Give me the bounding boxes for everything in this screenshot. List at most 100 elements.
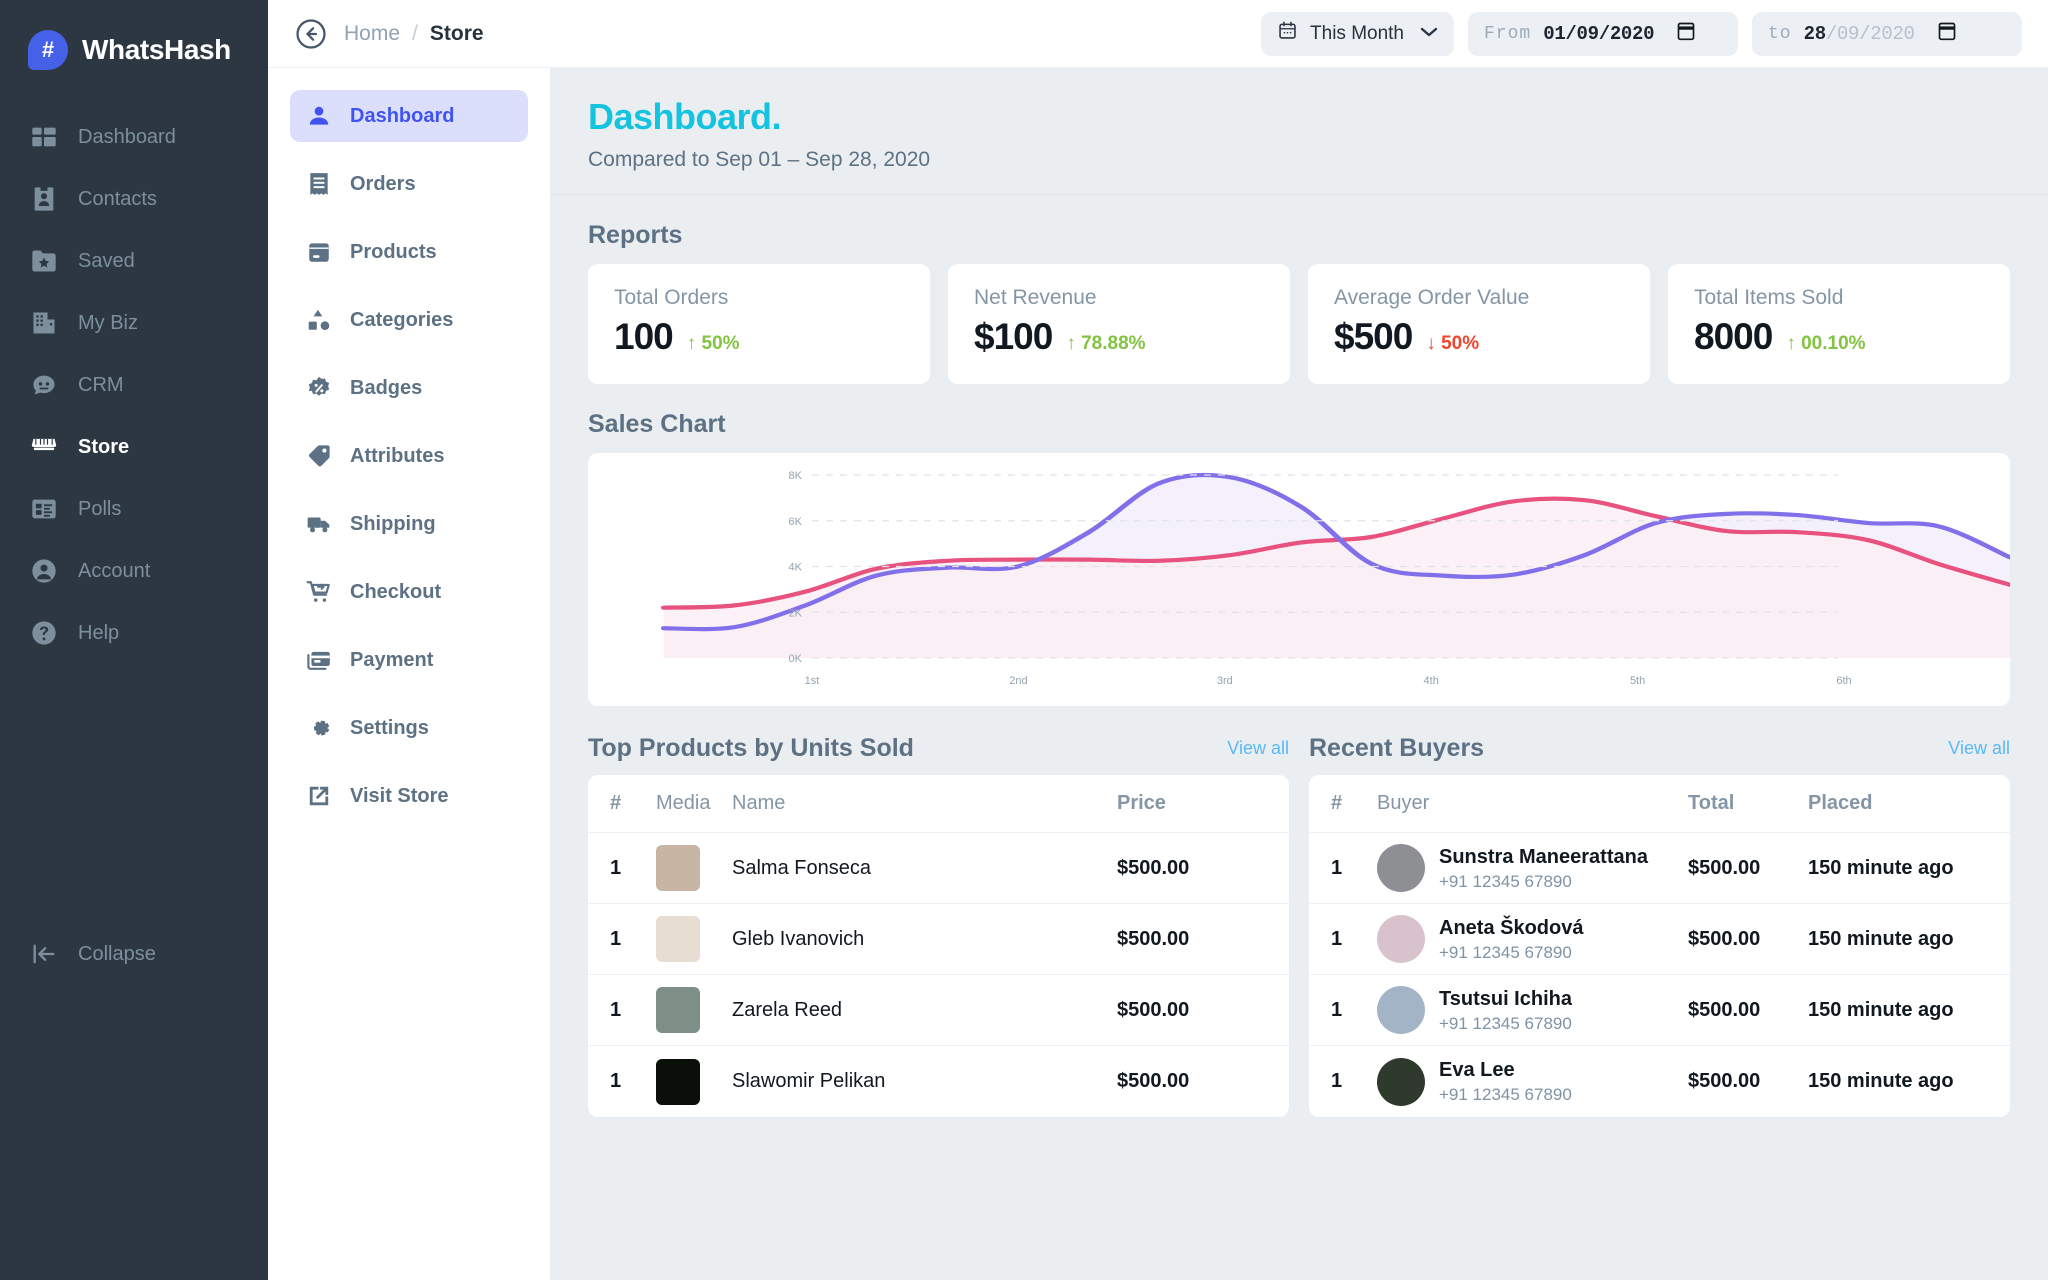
product-thumbnail xyxy=(656,1058,732,1105)
buyers-view-all-link[interactable]: View all xyxy=(1948,738,2010,759)
svg-text:4K: 4K xyxy=(789,562,803,574)
person-icon xyxy=(306,103,332,129)
date-to-picker-icon[interactable] xyxy=(1937,20,1957,48)
subnav-item-label: Categories xyxy=(350,308,454,331)
gear-icon xyxy=(306,715,332,741)
buyer-placed: 150 minute ago xyxy=(1808,1070,1954,1092)
buyer-phone: +91 12345 67890 xyxy=(1439,871,1572,891)
dashboard-icon xyxy=(30,123,58,151)
subnav-item-label: Products xyxy=(350,240,437,263)
external-link-icon xyxy=(306,783,332,809)
sales-chart-heading: Sales Chart xyxy=(588,410,726,438)
top-products-table: # Media Name Price 1 Salma Fonseca $500.… xyxy=(588,775,1289,1117)
buyer-name: Tsutsui Ichiha xyxy=(1439,987,1572,1010)
report-card: Total Orders 100 ↑ 50% xyxy=(588,264,930,384)
table-row[interactable]: 1 Slawomir Pelikan $500.00 xyxy=(588,1046,1289,1117)
table-row[interactable]: 1 Zarela Reed $500.00 xyxy=(588,975,1289,1046)
report-card-value: $500 xyxy=(1334,316,1413,357)
report-card-label: Total Orders xyxy=(614,286,729,309)
column-header: # xyxy=(1331,792,1343,814)
crm-face-icon xyxy=(30,371,58,399)
buyer-name: Aneta Škodová xyxy=(1439,916,1584,939)
collapse-button[interactable]: Collapse xyxy=(0,940,156,968)
date-to-field[interactable]: to 28/09/2020 xyxy=(1752,11,2022,56)
table-row[interactable]: 1 Gleb Ivanovich $500.00 xyxy=(588,904,1289,975)
date-from-field[interactable]: From 01/09/2020 xyxy=(1468,11,1738,56)
svg-text:1st: 1st xyxy=(805,675,820,687)
table-row[interactable]: 1 Tsutsui Ichiha +91 12345 67890 $500.00… xyxy=(1309,975,2010,1046)
sidebar-item-label: CRM xyxy=(78,373,124,396)
subnav-item-label: Attributes xyxy=(350,444,445,467)
breadcrumb-current: Store xyxy=(429,21,484,45)
table-row[interactable]: 1 Sunstra Maneerattana +91 12345 67890 $… xyxy=(1309,833,2010,904)
subnav-item-settings[interactable]: Settings xyxy=(290,702,528,754)
subnav-item-payment[interactable]: Payment xyxy=(290,634,528,686)
date-from-picker-icon[interactable] xyxy=(1676,20,1696,48)
card-icon xyxy=(306,647,332,673)
svg-text:6th: 6th xyxy=(1836,675,1851,687)
sidebar-item-dashboard[interactable]: Dashboard xyxy=(0,106,268,168)
sales-chart-axes: 0K 2K 4K 6K 8K 1st 2nd 3rd 4th 5th 6th xyxy=(789,470,1852,687)
subnav-item-label: Visit Store xyxy=(350,784,449,807)
row-index: 1 xyxy=(1331,1070,1343,1092)
svg-text:2K: 2K xyxy=(789,607,803,619)
sidebar-item-account[interactable]: Account xyxy=(0,540,268,602)
sidebar-item-polls[interactable]: Polls xyxy=(0,478,268,540)
buyer-name: Sunstra Maneerattana xyxy=(1439,845,1648,868)
sidebar-item-contacts[interactable]: Contacts xyxy=(0,168,268,230)
help-question-icon xyxy=(30,619,58,647)
product-thumbnail xyxy=(656,916,732,962)
date-from-label: From xyxy=(1484,23,1532,44)
report-card-label: Average Order Value xyxy=(1334,286,1530,309)
top-products-title: Top Products by Units Sold xyxy=(588,734,914,762)
subnav-item-visit-store[interactable]: Visit Store xyxy=(290,770,528,822)
avatar xyxy=(1377,915,1425,963)
subnav-item-badges[interactable]: Badges xyxy=(290,362,528,414)
account-person-icon xyxy=(30,557,58,585)
sidebar-item-saved[interactable]: Saved xyxy=(0,230,268,292)
table-row[interactable]: 1 Aneta Škodová +91 12345 67890 $500.00 … xyxy=(1309,904,2010,975)
buyer-total: $500.00 xyxy=(1688,927,1761,950)
row-index: 1 xyxy=(610,856,622,879)
subnav-item-attributes[interactable]: Attributes xyxy=(290,430,528,482)
primary-sidebar: # WhatsHash Dashboard Contacts Saved My … xyxy=(0,0,268,1280)
sales-chart-card: 0K 2K 4K 6K 8K 1st 2nd 3rd 4th 5th 6th xyxy=(588,453,2010,706)
table-row[interactable]: 1 Eva Lee +91 12345 67890 $500.00 150 mi… xyxy=(1309,1046,2010,1117)
column-header: Buyer xyxy=(1377,792,1430,814)
main-body: Reports Total Orders 100 ↑ 50% Net Reven… xyxy=(550,195,2048,1117)
page-header: Dashboard. Compared to Sep 01 – Sep 28, … xyxy=(550,68,2048,195)
report-card: Net Revenue $100 ↑ 78.88% xyxy=(948,264,1290,384)
report-card-value: 8000 xyxy=(1694,316,1773,357)
column-header: Media xyxy=(656,792,711,814)
svg-text:2nd: 2nd xyxy=(1009,675,1027,687)
table-row[interactable]: 1 Salma Fonseca $500.00 xyxy=(588,833,1289,904)
sidebar-item-label: Contacts xyxy=(78,187,157,210)
subnav-item-dashboard[interactable]: Dashboard xyxy=(290,90,528,142)
right-pane: Home / Store This Month From 01/09/2020 … xyxy=(268,0,2048,1280)
date-range-select[interactable]: This Month xyxy=(1261,11,1454,56)
report-card-delta: ↑ 50% xyxy=(686,333,740,354)
subnav-item-label: Checkout xyxy=(350,580,442,603)
back-arrow-circle-icon[interactable] xyxy=(294,17,328,51)
subnav-item-products[interactable]: Products xyxy=(290,226,528,278)
report-card-delta: ↑ 78.88% xyxy=(1066,333,1146,354)
sidebar-item-help[interactable]: Help xyxy=(0,602,268,664)
cart-icon xyxy=(306,579,332,605)
sidebar-item-my-biz[interactable]: My Biz xyxy=(0,292,268,354)
table-header-row: # Media Name Price xyxy=(588,775,1289,833)
subnav-item-categories[interactable]: Categories xyxy=(290,294,528,346)
breadcrumb-home[interactable]: Home xyxy=(344,22,400,46)
products-view-all-link[interactable]: View all xyxy=(1227,738,1289,759)
brand: # WhatsHash xyxy=(0,22,268,78)
svg-text:6K: 6K xyxy=(789,516,803,528)
subnav-item-orders[interactable]: Orders xyxy=(290,158,528,210)
product-name: Salma Fonseca xyxy=(732,856,871,879)
subnav-item-checkout[interactable]: Checkout xyxy=(290,566,528,618)
sidebar-item-store[interactable]: Store xyxy=(0,416,268,478)
row-index: 1 xyxy=(610,927,622,950)
content-area: Dashboard Orders Products Categories Bad… xyxy=(268,68,2048,1280)
subnav-item-shipping[interactable]: Shipping xyxy=(290,498,528,550)
sidebar-item-crm[interactable]: CRM xyxy=(0,354,268,416)
store-icon xyxy=(30,433,58,461)
report-cards: Total Orders 100 ↑ 50% Net Revenue $100 … xyxy=(588,264,2010,384)
